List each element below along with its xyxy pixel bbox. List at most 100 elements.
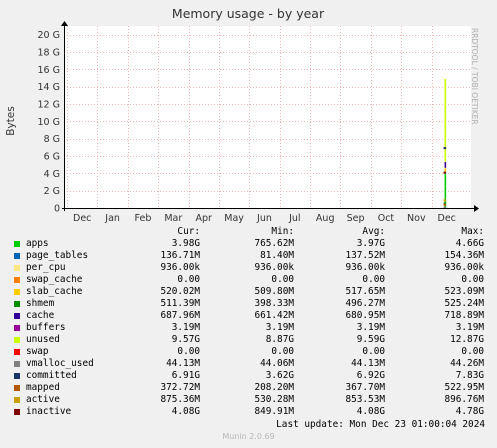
legend-min: 509.80M — [254, 286, 294, 297]
stack-unused — [444, 78, 447, 162]
legend-name: mapped — [26, 382, 60, 393]
legend-avg: 936.00k — [345, 262, 385, 273]
legend-swatch — [14, 385, 20, 391]
legend-cur: 372.72M — [160, 382, 200, 393]
x-tick-label: Apr — [195, 213, 212, 224]
avg-header: Avg: — [362, 226, 385, 237]
last-update: Last update: Mon Dec 23 01:00:04 2024 — [276, 419, 485, 430]
legend-swatch — [14, 397, 20, 403]
legend-cur: 3.98G — [171, 238, 200, 249]
legend-row: unused 9.57G 8.87G 9.59G 12.87G — [0, 334, 497, 346]
legend-min: 849.91M — [254, 406, 294, 417]
y-tick-label: 0 — [54, 204, 60, 215]
legend-avg: 0.00 — [362, 274, 385, 285]
y-tick-label: 18 G — [38, 48, 60, 59]
legend-row: apps 3.98G 765.62M 3.97G 4.66G — [0, 238, 497, 250]
legend-swatch — [14, 325, 20, 331]
max-header: Max: — [461, 226, 484, 237]
legend-cur: 520.02M — [160, 286, 200, 297]
legend-max: 4.78G — [455, 406, 484, 417]
x-tick-label: Oct — [378, 213, 395, 224]
min-header: Min: — [271, 226, 294, 237]
legend-row: cache 687.96M 661.42M 680.95M 718.89M — [0, 310, 497, 322]
stack-cache — [444, 161, 447, 168]
x-tick-label: Jul — [288, 213, 300, 224]
legend-cur: 136.71M — [160, 250, 200, 261]
legend-max: 4.66G — [455, 238, 484, 249]
legend-name: slab_cache — [26, 286, 83, 297]
legend-max: 12.87G — [450, 334, 484, 345]
legend-avg: 367.70M — [345, 382, 385, 393]
legend-avg: 853.53M — [345, 394, 385, 405]
legend-row: vmalloc_used 44.13M 44.06M 44.13M 44.26M — [0, 358, 497, 370]
legend-swatch — [14, 241, 20, 247]
y-axis-arrow — [61, 21, 68, 26]
legend-avg: 517.65M — [345, 286, 385, 297]
memory-chart: Memory usage - by year Bytes RRDTOOL / T… — [5, 6, 479, 224]
legend-min: 81.40M — [260, 250, 294, 261]
legend-row: buffers 3.19M 3.19M 3.19M 3.19M — [0, 322, 497, 334]
legend-cur: 0.00 — [177, 346, 200, 357]
y-tick-label: 10 G — [38, 117, 60, 128]
y-tick-label: 4 G — [44, 169, 60, 180]
y-tick-label: 12 G — [38, 100, 60, 111]
legend-cur: 511.39M — [160, 298, 200, 309]
legend-avg: 3.19M — [356, 322, 385, 333]
y-tick-label: 8 G — [44, 134, 60, 145]
y-axis-label: Bytes — [5, 106, 17, 135]
legend-min: 208.20M — [254, 382, 294, 393]
legend-cur: 875.36M — [160, 394, 200, 405]
y-tick-labels: 0 2 G 4 G 6 G 8 G 10 G 12 G 14 G 16 G 18 G 20 G — [38, 30, 60, 214]
legend-row: shmem 511.39M 398.33M 496.27M 525.24M — [0, 298, 497, 310]
x-tick-label: Dec — [438, 213, 456, 224]
legend-name: shmem — [26, 298, 55, 309]
stack-slab_cache — [444, 167, 447, 173]
y-tick-label: 14 G — [38, 82, 60, 93]
legend-cur: 936.00k — [160, 262, 200, 273]
legend-avg: 4.08G — [356, 406, 385, 417]
legend-max: 525.24M — [444, 298, 484, 309]
legend-name: swap_cache — [26, 274, 83, 285]
line-active — [443, 199, 447, 202]
legend-name: apps — [26, 238, 49, 249]
chart-title: Memory usage - by year — [172, 6, 325, 21]
legend-swatch — [14, 253, 20, 259]
legend-cur: 0.00 — [177, 274, 200, 285]
legend-cur: 6.91G — [171, 370, 200, 381]
legend-avg: 3.97G — [356, 238, 385, 249]
legend-max: 523.09M — [444, 286, 484, 297]
x-tick-label: Jun — [256, 213, 272, 224]
legend-max: 718.89M — [444, 310, 484, 321]
legend-avg: 680.95M — [345, 310, 385, 321]
legend-name: vmalloc_used — [26, 358, 94, 369]
legend-row: mapped 372.72M 208.20M 367.70M 522.95M — [0, 382, 497, 394]
line-mapped — [443, 203, 447, 206]
x-tick-label: Mar — [164, 213, 182, 224]
line-committed — [443, 147, 447, 150]
y-tick-label: 20 G — [38, 30, 60, 41]
legend-avg: 496.27M — [345, 298, 385, 309]
legend-max: 44.26M — [450, 358, 484, 369]
legend-min: 44.06M — [260, 358, 294, 369]
legend-swatch — [14, 265, 20, 271]
x-tick-label: Sep — [347, 213, 365, 224]
legend-cur: 4.08G — [171, 406, 200, 417]
legend-avg: 0.00 — [362, 346, 385, 357]
plot-area — [64, 26, 471, 208]
line-inactive — [443, 171, 447, 174]
legend-max: 7.83G — [455, 370, 484, 381]
legend-min: 530.28M — [254, 394, 294, 405]
legend-cur: 3.19M — [171, 322, 200, 333]
rrdtool-watermark: RRDTOOL / TOBI OETIKER — [470, 28, 479, 125]
legend-name: page_tables — [26, 250, 89, 261]
legend-min: 0.00 — [271, 274, 294, 285]
x-tick-label: Nov — [407, 213, 426, 224]
legend-min: 3.62G — [265, 370, 294, 381]
legend-min: 398.33M — [254, 298, 294, 309]
legend-row: swap 0.00 0.00 0.00 0.00 — [0, 346, 497, 358]
x-tick-labels: Dec Jan Feb Mar Apr May Jun Jul Aug Sep Oct Nov Dec — [73, 213, 456, 224]
legend-name: committed — [26, 370, 77, 381]
munin-version-footer: Munin 2.0.69 — [222, 432, 275, 441]
legend-swatch — [14, 349, 20, 355]
legend-min: 8.87G — [265, 334, 294, 345]
